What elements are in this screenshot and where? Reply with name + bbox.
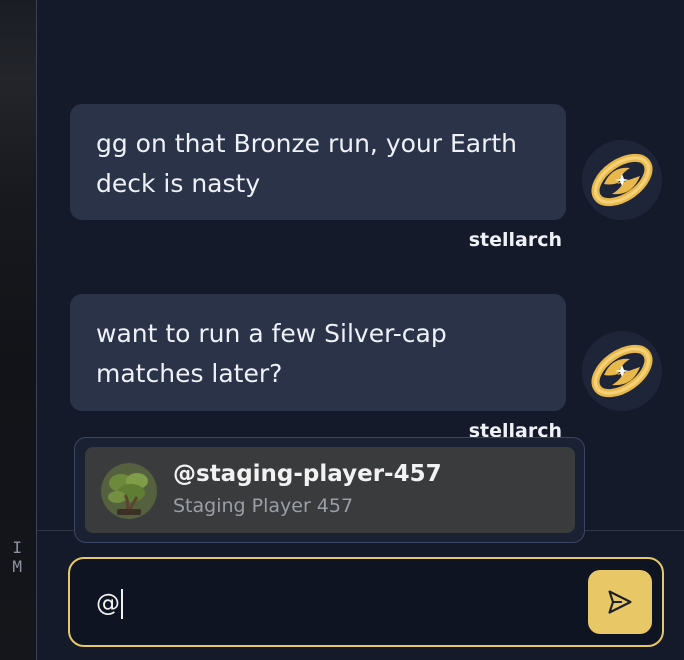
bonsai-avatar-icon xyxy=(101,463,157,519)
mention-display-name: Staging Player 457 xyxy=(173,495,354,517)
send-icon xyxy=(608,590,632,614)
message-input[interactable]: @ xyxy=(96,583,576,623)
sidebar-glyph: I M xyxy=(12,538,30,576)
message-input-value: @ xyxy=(96,589,120,617)
left-sidebar: I M xyxy=(0,0,37,660)
message-composer: @ xyxy=(68,557,664,647)
mention-suggestions: @staging-player-457 Staging Player 457 xyxy=(74,437,585,543)
message-sender[interactable]: stellarch xyxy=(469,229,562,251)
orbit-logo-icon[interactable] xyxy=(582,331,662,411)
mention-suggestion-item[interactable]: @staging-player-457 Staging Player 457 xyxy=(85,447,575,533)
orbit-logo-icon[interactable] xyxy=(582,140,662,220)
message-text: gg on that Bronze run, your Earth deck i… xyxy=(96,129,518,198)
message-text: want to run a few Silver-cap matches lat… xyxy=(96,319,447,388)
message-bubble: gg on that Bronze run, your Earth deck i… xyxy=(70,104,566,220)
text-caret xyxy=(121,589,123,619)
chat-page: I M gg on that Bronze run, your Earth de… xyxy=(0,0,684,660)
message-bubble: want to run a few Silver-cap matches lat… xyxy=(70,294,566,411)
send-button[interactable] xyxy=(588,570,652,634)
mention-handle: @staging-player-457 xyxy=(173,461,442,487)
